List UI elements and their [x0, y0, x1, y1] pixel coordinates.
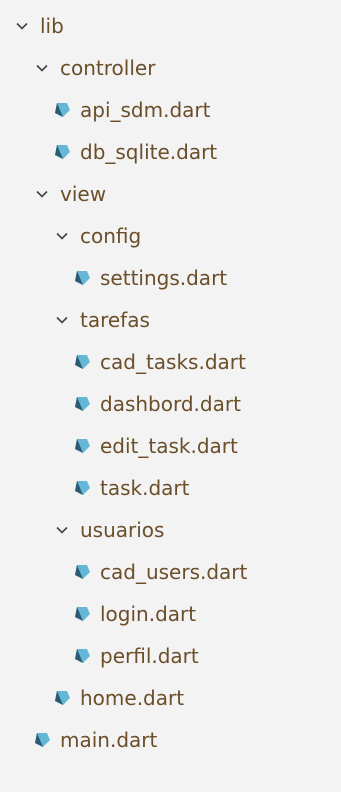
tree-item-label: edit_task.dart [100, 434, 238, 458]
tree-item-label: controller [60, 56, 156, 80]
tree-item-label: api_sdm.dart [80, 98, 211, 122]
chevron-down-icon [52, 520, 72, 540]
tree-item-label: cad_tasks.dart [100, 350, 246, 374]
dart-file-icon [52, 142, 72, 162]
dart-file-icon [52, 100, 72, 120]
tree-file-main[interactable]: main.dart [32, 722, 157, 758]
tree-file-dashbord[interactable]: dashbord.dart [72, 386, 241, 422]
tree-folder-config[interactable]: config [52, 218, 141, 254]
dart-file-icon [72, 394, 92, 414]
tree-file-perfil[interactable]: perfil.dart [72, 638, 199, 674]
tree-file-db-sqlite[interactable]: db_sqlite.dart [52, 134, 217, 170]
tree-item-label: usuarios [80, 518, 165, 542]
dart-file-icon [52, 688, 72, 708]
tree-item-label: config [80, 224, 142, 248]
chevron-down-icon [32, 58, 52, 78]
dart-file-icon [32, 730, 52, 750]
tree-item-label: tarefas [80, 308, 150, 332]
tree-file-login[interactable]: login.dart [72, 596, 196, 632]
tree-item-label: task.dart [100, 476, 190, 500]
dart-file-icon [72, 352, 92, 372]
tree-folder-usuarios[interactable]: usuarios [52, 512, 164, 548]
file-explorer-tree: lib controller api_sdm.dart db_sqlite.da… [0, 0, 341, 792]
tree-file-settings[interactable]: settings.dart [72, 260, 227, 296]
tree-item-label: home.dart [80, 686, 185, 710]
tree-file-cad-tasks[interactable]: cad_tasks.dart [72, 344, 246, 380]
chevron-down-icon [32, 184, 52, 204]
dart-file-icon [72, 436, 92, 456]
tree-item-label: db_sqlite.dart [80, 140, 218, 164]
dart-file-icon [72, 478, 92, 498]
tree-item-label: cad_users.dart [100, 560, 248, 584]
tree-item-label: lib [40, 14, 64, 38]
tree-folder-view[interactable]: view [32, 176, 106, 212]
tree-folder-controller[interactable]: controller [32, 50, 155, 86]
tree-item-label: view [60, 182, 107, 206]
tree-file-home[interactable]: home.dart [52, 680, 184, 716]
tree-item-label: main.dart [60, 728, 158, 752]
dart-file-icon [72, 604, 92, 624]
tree-folder-tarefas[interactable]: tarefas [52, 302, 150, 338]
tree-file-task[interactable]: task.dart [72, 470, 189, 506]
chevron-down-icon [12, 16, 32, 36]
tree-item-label: login.dart [100, 602, 197, 626]
tree-file-api-sdm[interactable]: api_sdm.dart [52, 92, 210, 128]
tree-file-cad-users[interactable]: cad_users.dart [72, 554, 247, 590]
dart-file-icon [72, 268, 92, 288]
chevron-down-icon [52, 310, 72, 330]
tree-file-edit-task[interactable]: edit_task.dart [72, 428, 238, 464]
tree-folder-lib[interactable]: lib [12, 8, 64, 44]
tree-item-label: dashbord.dart [100, 392, 241, 416]
tree-item-label: perfil.dart [100, 644, 199, 668]
chevron-down-icon [52, 226, 72, 246]
dart-file-icon [72, 562, 92, 582]
dart-file-icon [72, 646, 92, 666]
tree-item-label: settings.dart [100, 266, 228, 290]
